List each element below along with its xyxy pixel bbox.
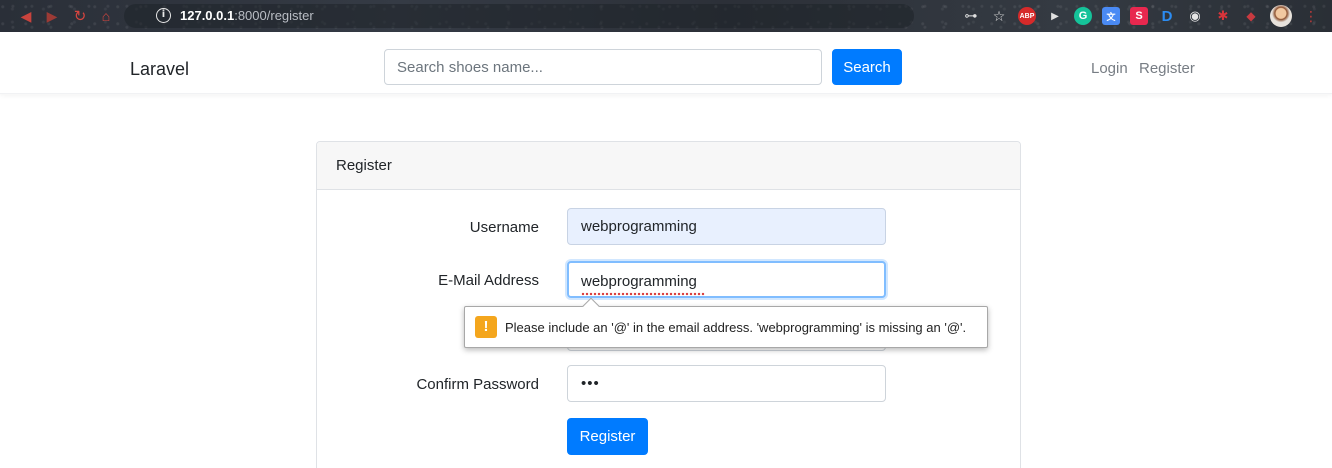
translate-icon[interactable]: 文 (1102, 7, 1120, 25)
warning-icon: ! (475, 316, 497, 338)
key-icon[interactable]: ⊶ (962, 7, 980, 25)
adblock-icon[interactable]: ABP (1018, 7, 1036, 25)
s-extension-icon[interactable]: S (1130, 7, 1148, 25)
back-arrow-icon[interactable]: ◀ (18, 8, 34, 24)
email-label: E-Mail Address (438, 272, 539, 289)
search-input[interactable] (384, 49, 822, 85)
login-link[interactable]: Login (1091, 60, 1128, 77)
avatar[interactable] (1270, 5, 1292, 27)
reload-icon[interactable]: ↻ (72, 8, 88, 25)
d-extension-icon[interactable]: D (1158, 7, 1176, 25)
brand-link[interactable]: Laravel (130, 59, 189, 80)
browser-toolbar: ◀ ▶ ↻ ⌂ i 127.0.0.1:8000/register ⊶ ☆ AB… (0, 0, 1332, 32)
validation-tooltip: ! Please include an '@' in the email add… (464, 297, 988, 348)
confirm-password-label: Confirm Password (416, 376, 539, 393)
card-header: Register (317, 142, 1020, 190)
home-icon[interactable]: ⌂ (98, 8, 114, 24)
star-icon[interactable]: ☆ (990, 7, 1008, 25)
globe-icon[interactable]: ◉ (1186, 7, 1204, 25)
search-button[interactable]: Search (832, 49, 902, 85)
red-extension-icon[interactable]: ◆ (1242, 7, 1260, 25)
forward-arrow-icon[interactable]: ▶ (44, 8, 60, 24)
url-host: 127.0.0.1 (180, 8, 235, 23)
info-icon[interactable]: i (156, 8, 171, 23)
url-path: :8000/register (234, 8, 314, 23)
navbar: Laravel Search Login Register (0, 32, 1332, 94)
username-input[interactable] (567, 208, 886, 245)
register-button[interactable]: Register (567, 418, 648, 455)
register-card: Register Username E-Mail Address webprog… (316, 141, 1021, 468)
play-icon[interactable]: ▶ (1046, 7, 1064, 25)
menu-icon[interactable]: ⋮ (1302, 7, 1320, 25)
grammarly-icon[interactable]: G (1074, 7, 1092, 25)
puzzle-icon[interactable]: ✱ (1214, 7, 1232, 25)
confirm-password-input[interactable] (567, 365, 886, 402)
tooltip-message: Please include an '@' in the email addre… (505, 320, 967, 335)
extension-toolbar: ⊶ ☆ ABP ▶ G 文 S D ◉ ✱ ◆ ⋮ (962, 5, 1320, 27)
register-link[interactable]: Register (1139, 60, 1195, 77)
email-input[interactable] (567, 261, 886, 298)
url-text[interactable]: 127.0.0.1:8000/register (180, 8, 314, 23)
username-label: Username (469, 219, 539, 236)
